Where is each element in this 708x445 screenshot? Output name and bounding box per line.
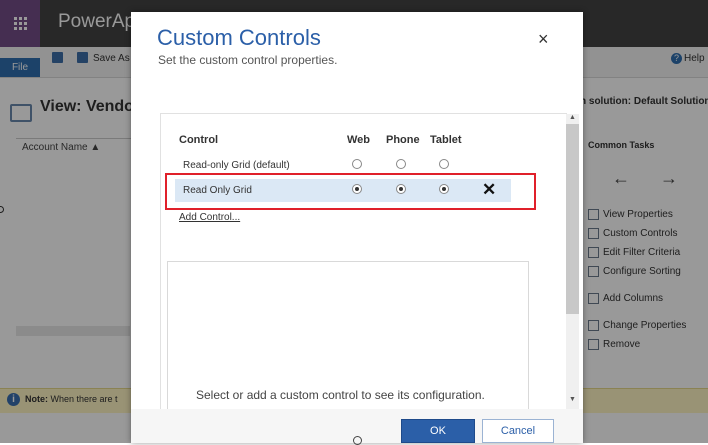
column-header-control: Control (179, 134, 219, 146)
web-radio[interactable] (352, 159, 362, 169)
column-header-web: Web (347, 134, 371, 146)
cancel-button[interactable]: Cancel (482, 419, 554, 443)
configuration-hint: Select or add a custom control to see it… (196, 388, 485, 402)
column-header-phone: Phone (386, 134, 420, 146)
phone-radio[interactable] (396, 159, 406, 169)
highlight-box (165, 173, 536, 210)
scroll-down-icon[interactable]: ▼ (569, 396, 576, 403)
scroll-up-icon[interactable]: ▲ (569, 114, 576, 121)
dialog-title: Custom Controls (157, 25, 321, 50)
cursor-icon (353, 436, 362, 445)
tablet-radio[interactable] (439, 159, 449, 169)
close-icon[interactable]: × (538, 29, 549, 50)
scrollbar-thumb[interactable] (566, 124, 579, 314)
add-control-link[interactable]: Add Control... (179, 212, 240, 223)
dialog-subtitle: Set the custom control properties. (158, 53, 338, 67)
column-header-tablet: Tablet (430, 134, 462, 146)
control-row-label[interactable]: Read-only Grid (default) (183, 160, 290, 171)
ok-button[interactable]: OK (401, 419, 475, 443)
